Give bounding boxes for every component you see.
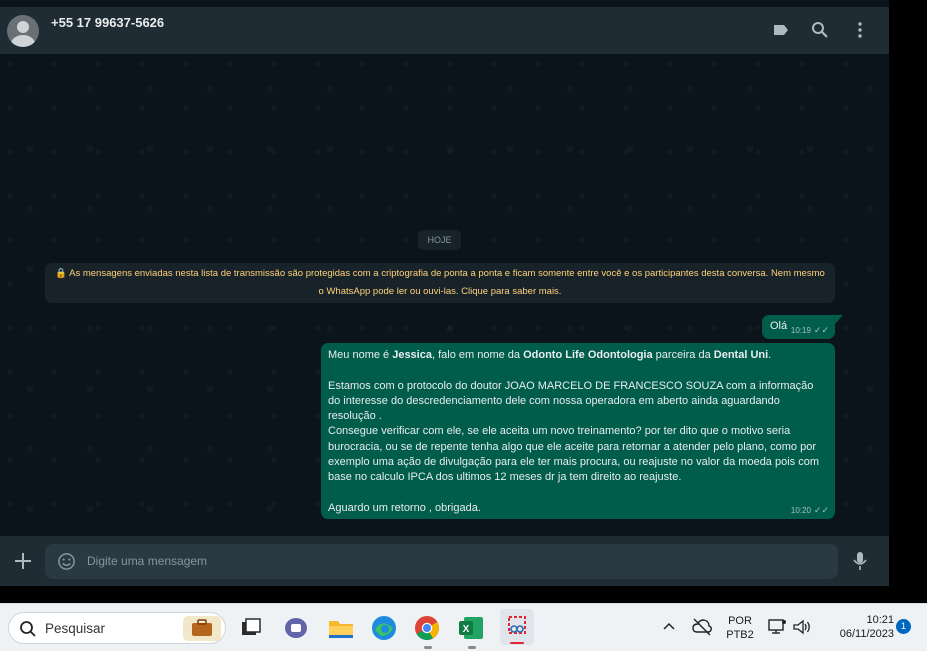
chevron-up-icon[interactable]	[662, 620, 676, 634]
briefcase-icon	[183, 616, 221, 641]
windows-taskbar: Pesquisar X POR PTB2 10:21 06/11/2023	[0, 603, 927, 651]
microphone-icon[interactable]	[851, 551, 869, 571]
outgoing-message[interactable]: Olá 10:19 ✓✓	[762, 315, 843, 339]
message-text: Meu nome é Jessica, falo em nome da Odon…	[328, 349, 819, 514]
task-view-icon[interactable]	[236, 613, 266, 643]
search-icon	[20, 621, 36, 637]
network-display-icon[interactable]	[768, 618, 788, 636]
message-text: Olá	[770, 320, 788, 332]
search-icon[interactable]	[810, 20, 830, 40]
chat-area: HOJE 🔒 As mensagens enviadas nesta lista…	[0, 54, 889, 536]
window-right-edge	[889, 0, 927, 600]
message-meta: 10:20 ✓✓	[791, 505, 829, 516]
message-time: 10:19	[790, 326, 811, 335]
running-indicator	[424, 646, 432, 649]
taskbar-search-label: Pesquisar	[45, 621, 106, 636]
desktop-gap	[0, 586, 927, 603]
message-time: 10:20	[790, 506, 811, 515]
message-meta: 10:19 ✓✓	[791, 325, 829, 336]
read-ticks-icon: ✓✓	[813, 505, 829, 515]
whatsapp-window: +55 17 99637-5626 HOJE 🔒 As mensagens en…	[0, 0, 889, 600]
message-input-placeholder: Digite uma mensagem	[87, 554, 208, 568]
edge-browser-icon[interactable]	[369, 613, 399, 643]
menu-icon[interactable]	[850, 20, 870, 40]
contact-name[interactable]: +55 17 99637-5626	[51, 15, 164, 30]
message-input[interactable]: Digite uma mensagem	[45, 544, 838, 579]
snipping-tool-icon[interactable]	[500, 609, 534, 645]
file-explorer-icon[interactable]	[326, 613, 356, 643]
clock[interactable]: 10:21 06/11/2023	[822, 613, 894, 641]
language-indicator[interactable]: POR PTB2	[725, 614, 755, 642]
chat-header: +55 17 99637-5626	[0, 7, 889, 54]
excel-icon[interactable]: X	[456, 613, 486, 643]
attach-plus-icon[interactable]	[12, 550, 34, 572]
svg-text:X: X	[463, 624, 470, 635]
composer-bar: Digite uma mensagem	[0, 536, 889, 586]
read-ticks-icon: ✓✓	[813, 325, 829, 335]
chrome-browser-icon[interactable]	[412, 613, 442, 643]
notification-badge[interactable]: 1	[896, 619, 911, 634]
running-indicator	[468, 646, 476, 649]
encryption-notice[interactable]: 🔒 As mensagens enviadas nesta lista de t…	[45, 263, 835, 303]
emoji-icon[interactable]	[57, 552, 76, 571]
date-pill: HOJE	[418, 230, 461, 250]
teams-chat-icon[interactable]	[281, 613, 311, 643]
outgoing-message[interactable]: Meu nome é Jessica, falo em nome da Odon…	[321, 343, 835, 519]
cloud-offline-icon[interactable]	[692, 618, 712, 636]
volume-icon[interactable]	[792, 618, 812, 636]
taskbar-search[interactable]: Pesquisar	[8, 612, 226, 644]
label-icon[interactable]	[771, 20, 791, 40]
contact-avatar[interactable]	[7, 15, 39, 47]
